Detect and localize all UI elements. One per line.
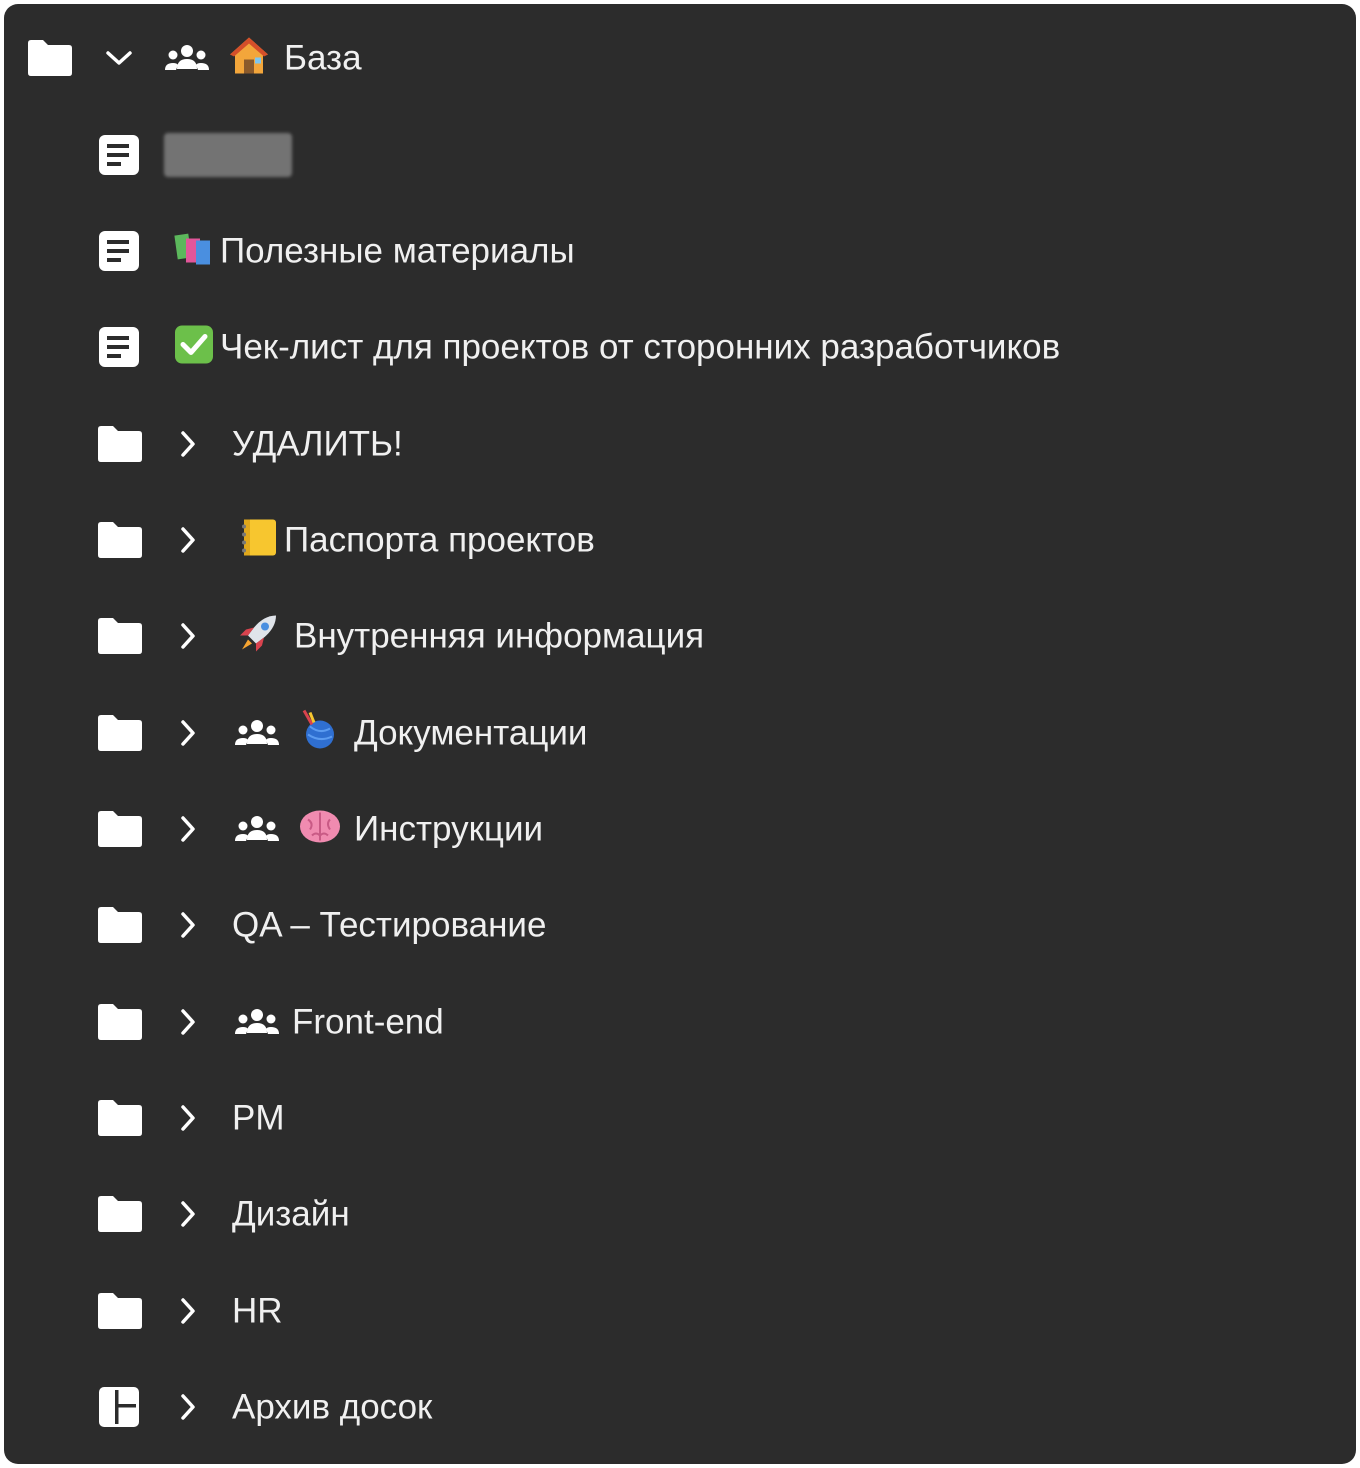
shared-group-icon: [232, 1007, 282, 1037]
tree-row-internal-info[interactable]: Внутренняя информация: [4, 588, 1356, 684]
tree-row-frontend[interactable]: Front-end: [4, 974, 1356, 1070]
tree-row-delete[interactable]: УДАЛИТЬ!: [4, 396, 1356, 492]
chevron-right-icon[interactable]: [178, 1296, 198, 1326]
chevron-right-icon[interactable]: [178, 718, 198, 748]
tree-item-label: Инструкции: [354, 809, 544, 849]
tree-row-hr[interactable]: HR: [4, 1263, 1356, 1359]
chevron-right-icon[interactable]: [178, 525, 198, 555]
tree-root-label: База: [284, 38, 362, 78]
tree-item-label: Внутренняя информация: [294, 616, 705, 656]
folder-icon: [96, 617, 144, 655]
tree-row-baza[interactable]: База: [4, 10, 1356, 106]
folder-icon: [96, 1195, 144, 1233]
chevron-right-icon[interactable]: [178, 814, 198, 844]
folder-tree-panel: База Полезные материалы Чек-лист для про…: [4, 4, 1356, 1464]
chevron-right-icon[interactable]: [178, 910, 198, 940]
tree-item-label: Дизайн: [232, 1194, 350, 1234]
notebook-icon: [240, 518, 278, 563]
shared-group-icon: [162, 43, 212, 73]
shared-group-icon: [232, 814, 282, 844]
folder-icon: [96, 521, 144, 559]
shared-group-icon: [232, 718, 282, 748]
books-icon: [174, 231, 214, 272]
folder-icon: [26, 39, 74, 77]
tree-item-label: QA – Тестирование: [232, 905, 547, 945]
brain-icon: [298, 808, 342, 851]
folder-icon: [96, 906, 144, 944]
chevron-right-icon[interactable]: [178, 1103, 198, 1133]
rocket-icon: [236, 612, 280, 661]
house-icon: [228, 36, 270, 81]
tree-row-documentation[interactable]: Документации: [4, 685, 1356, 781]
chevron-right-icon[interactable]: [178, 429, 198, 459]
chevron-right-icon[interactable]: [178, 1392, 198, 1422]
document-icon: [98, 134, 140, 176]
tree-row-board-archive[interactable]: Архив досок: [4, 1359, 1356, 1455]
chevron-right-icon[interactable]: [178, 1007, 198, 1037]
tree-item-label: Front-end: [292, 1002, 444, 1042]
folder-icon: [96, 714, 144, 752]
tree-row-useful-materials[interactable]: Полезные материалы: [4, 203, 1356, 299]
check-mark-button-icon: [174, 325, 214, 370]
tree-row-checklist[interactable]: Чек-лист для проектов от сторонних разра…: [4, 299, 1356, 395]
tree-row-design[interactable]: Дизайн: [4, 1166, 1356, 1262]
tree-row-instructions[interactable]: Инструкции: [4, 781, 1356, 877]
chevron-down-icon[interactable]: [104, 48, 134, 68]
tree-item-label: HR: [232, 1291, 283, 1331]
tree-row-project-passports[interactable]: Паспорта проектов: [4, 492, 1356, 588]
tree-item-label: Документации: [354, 713, 588, 753]
redacted-title: [164, 133, 292, 177]
tree-row-pm[interactable]: PM: [4, 1070, 1356, 1166]
tree-row-qa[interactable]: QA – Тестирование: [4, 877, 1356, 973]
tree-row-redacted-doc[interactable]: [4, 107, 1356, 203]
folder-icon: [96, 1292, 144, 1330]
tree-item-label: УДАЛИТЬ!: [232, 424, 403, 464]
yarn-ball-icon: [298, 709, 338, 758]
tree-item-label: Паспорта проектов: [284, 520, 595, 560]
tree-item-label: Полезные материалы: [220, 231, 575, 271]
chevron-right-icon[interactable]: [178, 621, 198, 651]
tree-item-label: PM: [232, 1098, 285, 1138]
folder-icon: [96, 1099, 144, 1137]
folder-icon: [96, 810, 144, 848]
document-icon: [98, 230, 140, 272]
chevron-right-icon[interactable]: [178, 1199, 198, 1229]
folder-icon: [96, 1003, 144, 1041]
folder-icon: [96, 425, 144, 463]
tree-item-label: Архив досок: [232, 1387, 433, 1427]
board-icon: [98, 1386, 140, 1428]
document-icon: [98, 326, 140, 368]
tree-item-label: Чек-лист для проектов от сторонних разра…: [220, 327, 1061, 367]
